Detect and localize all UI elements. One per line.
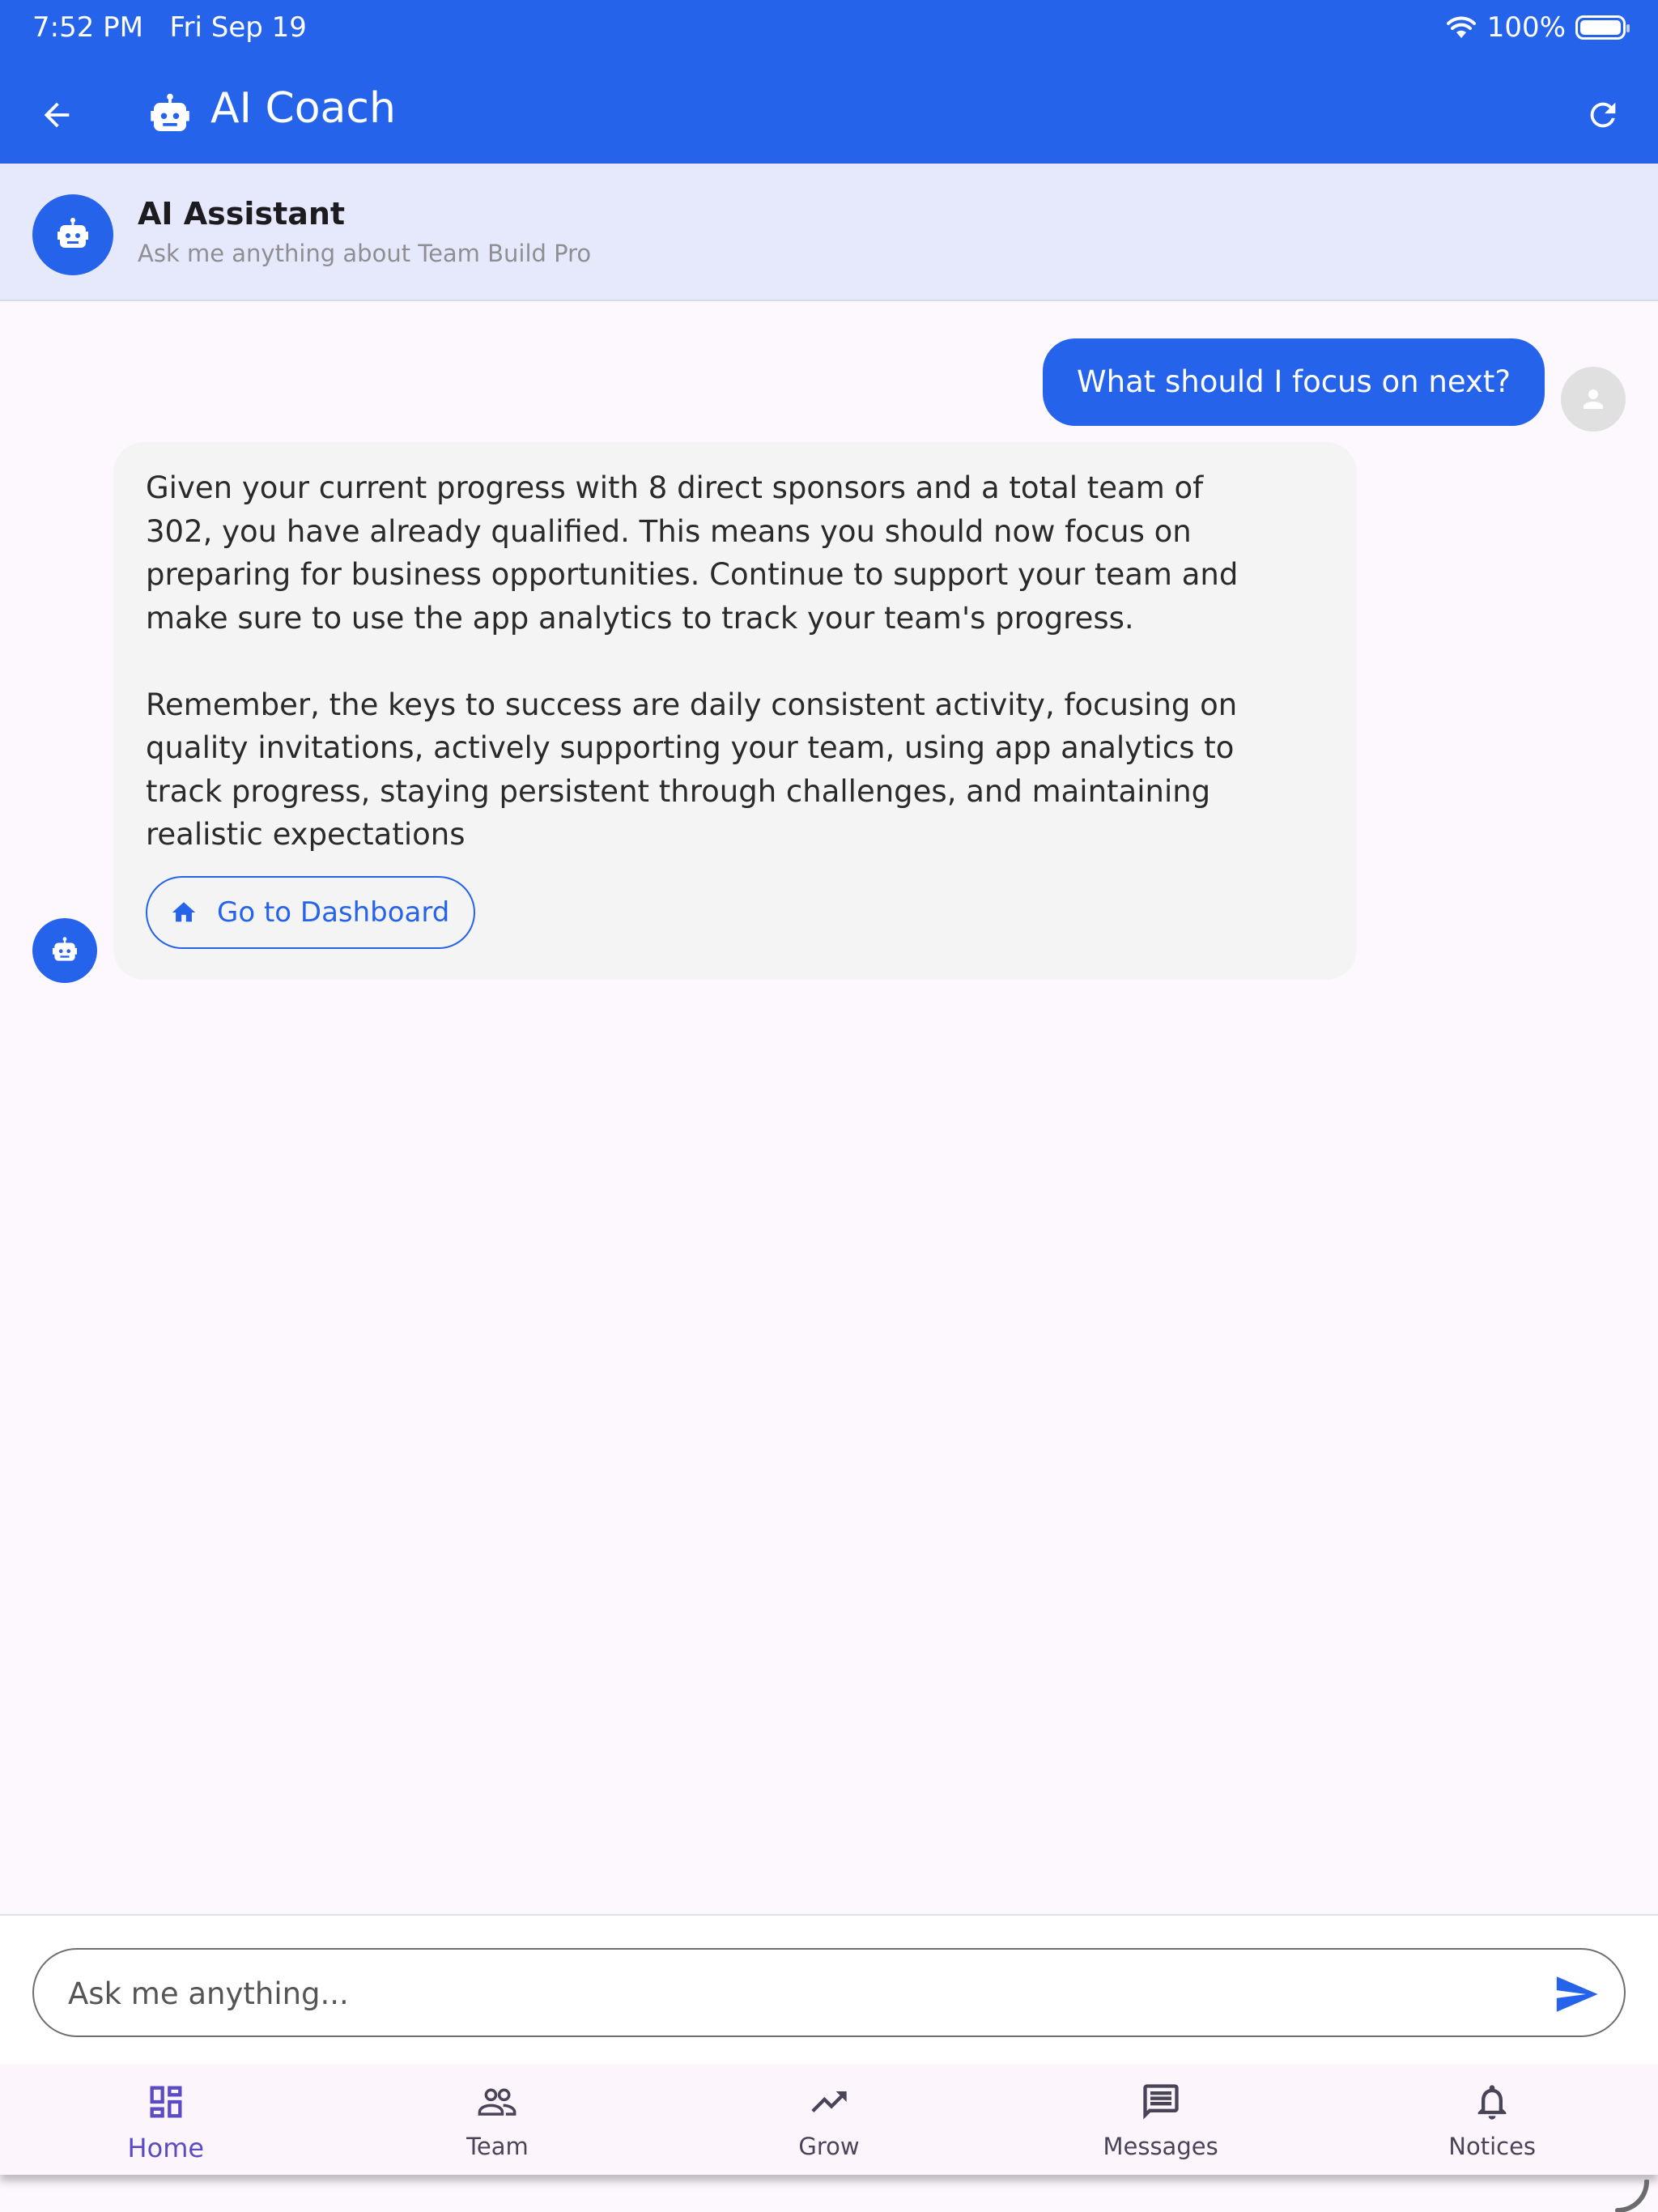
nav-label-notices: Notices [1448,2133,1537,2160]
status-date: Fri Sep 19 [169,11,307,44]
user-message: What should I focus on next? [1043,338,1545,426]
wifi-icon [1446,16,1476,38]
go-to-dashboard-label: Go to Dashboard [217,896,450,929]
robot-icon [57,218,88,248]
message-input-container [32,1948,1626,2037]
refresh-icon [1590,102,1616,128]
people-icon [478,2088,517,2116]
assistant-name: AI Assistant [138,196,346,232]
assistant-subtitle: Ask me anything about Team Build Pro [138,240,592,267]
user-avatar [1561,367,1626,432]
bell-icon [1477,2085,1507,2120]
bot-avatar [32,918,97,983]
nav-label-grow: Grow [798,2133,860,2160]
person-icon [1584,389,1603,409]
bot-message: Given your current progress with 8 direc… [113,442,1357,980]
nav-item-notices[interactable]: Notices [1326,2065,1658,2175]
back-button[interactable] [29,87,84,143]
page-title: AI Coach [210,84,396,133]
nav-item-home[interactable]: Home [0,2065,332,2175]
status-time: 7:52 PM Fri Sep 19 [32,11,307,44]
nav-label-team: Team [466,2133,529,2160]
bot-message-text: Given your current progress with 8 direc… [146,470,1239,852]
battery-percent: 100% [1486,11,1566,44]
trending-up-icon [811,2091,847,2112]
dashboard-icon [150,2086,182,2118]
nav-item-grow[interactable]: Grow [663,2065,995,2175]
go-to-dashboard-button[interactable]: Go to Dashboard [146,876,476,949]
bottom-navigation: Home Team Grow Messages Notices [0,2065,1658,2175]
assistant-header: AI Assistant Ask me anything about Team … [0,164,1658,301]
battery-icon [1575,15,1630,40]
message-composer [0,1914,1658,2065]
refresh-button[interactable] [1575,87,1630,143]
status-clock: 7:52 PM [32,11,143,44]
arrow-back-icon [44,102,70,128]
message-icon [1142,2084,1179,2120]
message-input[interactable] [66,1950,1527,2037]
home-icon [172,902,196,922]
nav-item-messages[interactable]: Messages [995,2065,1327,2175]
status-indicators: 100% [1445,11,1630,44]
robot-icon [151,93,189,131]
nav-label-messages: Messages [1103,2133,1218,2160]
send-button[interactable] [1548,1966,1605,2023]
home-indicator-corner [1615,2180,1649,2212]
robot-icon [52,937,78,961]
nav-label-home: Home [127,2133,205,2163]
assistant-avatar [32,194,113,275]
send-icon [1556,1976,1598,2012]
nav-item-team[interactable]: Team [332,2065,664,2175]
app-bar: 7:52 PM Fri Sep 19 100% AI Coach [0,0,1658,164]
